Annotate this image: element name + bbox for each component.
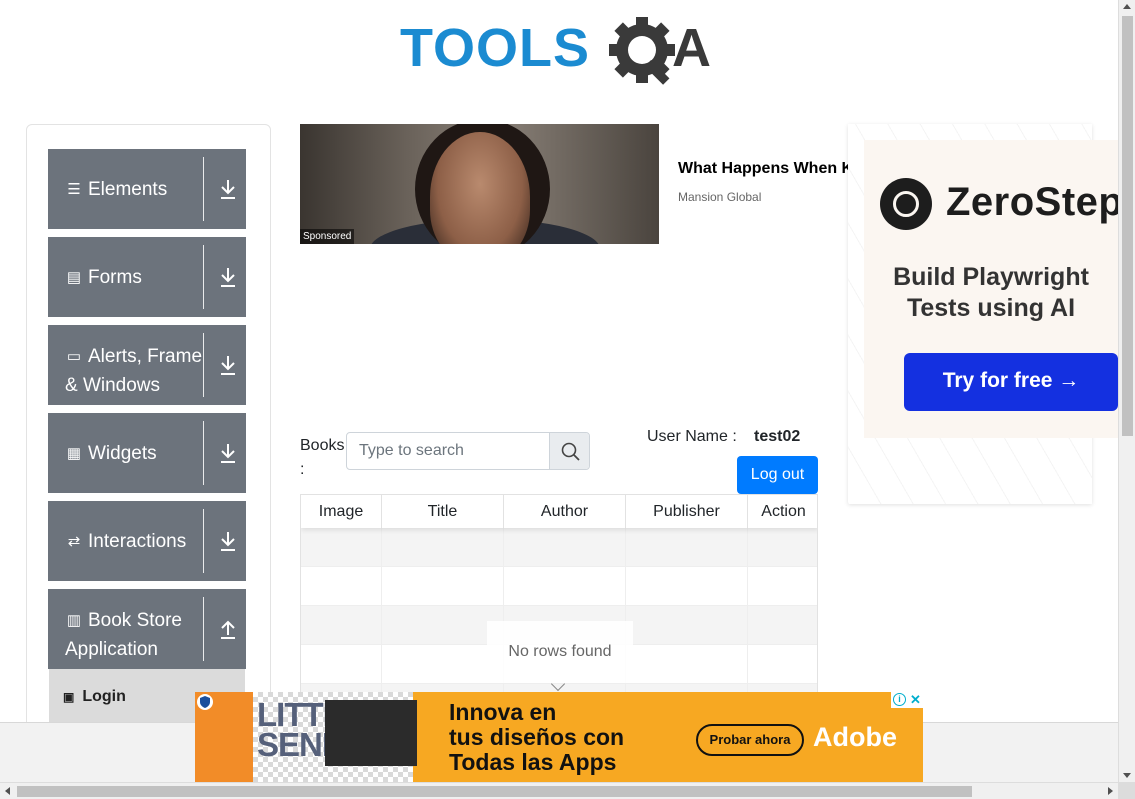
download-arrow-icon[interactable] [218, 529, 238, 553]
sidebar-item-label: Login [82, 687, 126, 705]
logout-button[interactable]: Log out [737, 456, 818, 494]
zerostep-try-button[interactable]: Try for free → [904, 353, 1118, 411]
books-label: Books : [300, 437, 345, 478]
column-header-action[interactable]: Action [748, 495, 817, 528]
search-box [346, 432, 590, 470]
list-icon: ☰ [67, 180, 81, 198]
download-arrow-icon[interactable] [218, 353, 238, 377]
sponsored-source: Mansion Global [678, 190, 762, 204]
column-header-image[interactable]: Image [301, 495, 382, 528]
headline-line2: tus diseños con [449, 724, 625, 750]
user-name-label: User Name : [647, 428, 737, 445]
sidebar-group-label: Elements [88, 178, 168, 200]
sponsored-title[interactable]: What Happens When K [678, 160, 848, 178]
sponsored-tag: Sponsored [300, 229, 355, 244]
close-icon[interactable]: ✕ [910, 692, 921, 708]
sidebar-group-label: Alerts, Frame & Windows [65, 345, 203, 397]
scroll-up-icon[interactable] [1123, 4, 1131, 9]
scroll-left-icon[interactable] [5, 787, 10, 795]
logo-a-text: A [672, 18, 711, 78]
scroll-down-icon[interactable] [1123, 773, 1131, 778]
column-header-title[interactable]: Title [382, 495, 504, 528]
column-header-author[interactable]: Author [504, 495, 626, 528]
sidebar-group-book-store[interactable]: ▥ Book Store Application [48, 589, 246, 669]
zerostep-tagline-line1: Build Playwright [893, 263, 1089, 291]
horizontal-scrollbar[interactable] [0, 782, 1118, 799]
zerostep-ad-card[interactable]: ZeroStep Build Playwright Tests using AI… [864, 140, 1118, 438]
page-root: TOOLS A ☰ Elements ▤ Forms ▭ Alerts, Fra… [0, 0, 1135, 799]
ad-info-icon[interactable]: i [893, 693, 906, 706]
ad-choices[interactable]: i ✕ [891, 692, 923, 708]
sidebar-group-label: Widgets [88, 442, 157, 464]
sidebar-group-label: Interactions [88, 530, 187, 552]
adobe-ad-preview-image: LITTLE SENEGAL [253, 692, 417, 782]
table-header: Image Title Author Publisher Action [301, 495, 817, 528]
zerostep-logo-icon [880, 178, 932, 230]
books-icon: ▥ [66, 612, 82, 630]
vertical-scroll-thumb[interactable] [1122, 16, 1133, 436]
sidebar-group-alerts-frame-windows[interactable]: ▭ Alerts, Frame & Windows [48, 325, 246, 405]
widgets-icon: ▦ [66, 444, 82, 462]
interactions-icon: ⇄ [67, 532, 81, 550]
sidebar-group-widgets[interactable]: ▦ Widgets [48, 413, 246, 493]
column-header-publisher[interactable]: Publisher [626, 495, 748, 528]
upload-arrow-icon[interactable] [218, 617, 238, 641]
download-arrow-icon[interactable] [218, 177, 238, 201]
scrollbar-corner [1118, 782, 1135, 799]
login-icon: ▣ [63, 689, 75, 704]
no-rows-message: No rows found [487, 621, 633, 683]
search-icon [561, 442, 580, 461]
horizontal-scroll-thumb[interactable] [17, 786, 972, 797]
search-input[interactable] [347, 433, 549, 469]
logo-tools-text: TOOLS [400, 18, 590, 78]
adobe-logo: Adobe [813, 722, 897, 752]
vertical-scrollbar[interactable] [1118, 0, 1135, 782]
zerostep-tagline: Build Playwright Tests using AI [864, 262, 1118, 324]
adobe-ad-banner[interactable]: LITTLE SENEGAL Innova en tus diseños con… [195, 692, 923, 782]
headline-line1: Innova en [449, 699, 557, 725]
headline-line3: Todas las Apps [449, 749, 617, 775]
toolsqa-logo[interactable]: TOOLS A [400, 14, 730, 94]
adobe-ad-headline: Innova en tus diseños con Todas las Apps [449, 700, 624, 775]
sidebar-group-label: Forms [88, 266, 142, 288]
adobe-ad-cta-button[interactable]: Probar ahora [696, 724, 804, 756]
scroll-right-icon[interactable] [1108, 787, 1113, 795]
zerostep-tagline-line2: Tests using AI [906, 294, 1076, 322]
sponsored-image[interactable]: Sponsored [300, 124, 659, 244]
form-icon: ▤ [66, 268, 82, 286]
gear-magnifier-icon [609, 17, 675, 85]
window-icon: ▭ [66, 348, 82, 366]
search-button[interactable] [549, 433, 589, 469]
table-row [301, 567, 817, 606]
download-arrow-icon[interactable] [218, 265, 238, 289]
books-table: Image Title Author Publisher Action No r… [300, 494, 818, 724]
sidebar-group-interactions[interactable]: ⇄ Interactions [48, 501, 246, 581]
download-arrow-icon[interactable] [218, 441, 238, 465]
ad-shield-icon[interactable] [197, 694, 213, 710]
user-name-value: test02 [754, 428, 801, 445]
sidebar-group-forms[interactable]: ▤ Forms [48, 237, 246, 317]
zerostep-brand: ZeroStep [946, 180, 1118, 224]
sidebar-group-elements[interactable]: ☰ Elements [48, 149, 246, 229]
table-row [301, 528, 817, 567]
